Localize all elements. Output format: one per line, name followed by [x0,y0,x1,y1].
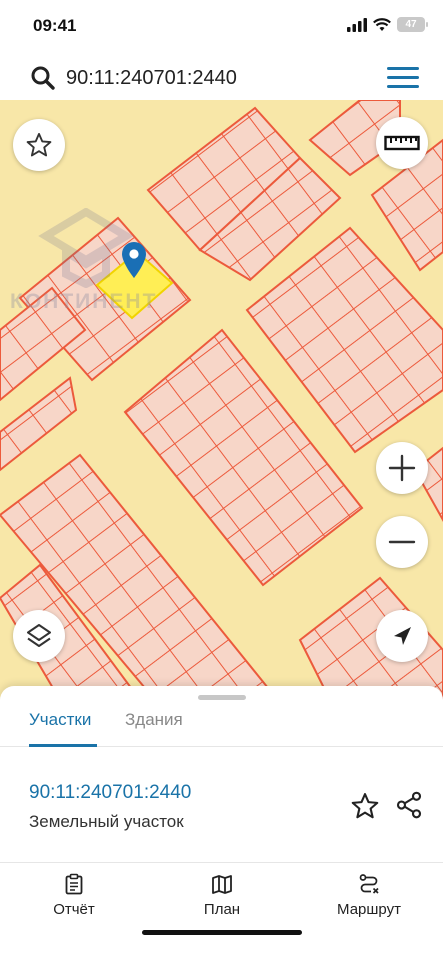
layers-icon [27,624,51,647]
bottom-nav: Отчёт План Маршрут [0,862,443,960]
map-view[interactable]: КОНТИНЕНТ [0,100,443,700]
tab-buildings[interactable]: Здания [125,706,183,747]
menu-bar [387,67,419,70]
clipboard-icon [65,873,83,895]
route-icon [359,874,379,894]
location-pin-icon [122,242,146,278]
menu-button[interactable] [387,67,419,89]
status-time: 09:41 [33,16,77,35]
nav-route[interactable]: Маршрут [333,873,405,918]
status-bar: 09:41 47 [0,0,443,52]
star-icon [26,132,52,157]
continent-logo [38,208,134,288]
parcel-type: Земельный участок [29,812,184,831]
sheet-tabs: Участки Здания [0,706,443,747]
parcel-cadastral-number[interactable]: 90:11:240701:2440 [29,782,191,804]
home-indicator [142,930,302,935]
watermark-text: КОНТИНЕНТ [10,290,158,313]
menu-bar [387,85,419,88]
my-location-button[interactable] [376,610,428,662]
layers-button[interactable] [13,610,65,662]
map-icon [212,875,232,894]
signal-icon [347,17,367,32]
favorite-star-icon[interactable] [350,791,380,821]
search-bar [6,57,437,99]
nav-plan[interactable]: План [200,873,244,918]
favorite-button[interactable] [13,119,65,171]
search-input[interactable] [66,63,366,93]
minus-icon [388,540,416,544]
nav-report[interactable]: Отчёт [50,873,98,918]
zoom-out-button[interactable] [376,516,428,568]
ruler-icon [384,135,420,151]
sheet-handle[interactable] [198,695,246,700]
nav-plan-label: План [203,901,241,918]
ruler-button[interactable] [376,117,428,169]
zoom-in-button[interactable] [376,442,428,494]
wifi-icon [373,17,391,31]
nav-route-label: Маршрут [337,901,401,918]
status-icons: 47 [347,17,428,32]
menu-bar [387,76,419,79]
map-canvas [0,100,443,700]
tab-parcels[interactable]: Участки [29,706,97,747]
plus-icon [388,454,416,482]
share-icon[interactable] [394,790,424,820]
search-icon[interactable] [30,65,56,91]
navigation-arrow-icon [394,627,411,645]
nav-report-label: Отчёт [53,901,95,918]
battery-icon: 47 [397,17,428,32]
bottom-sheet: Участки Здания 90:11:240701:2440 Земельн… [0,686,443,960]
